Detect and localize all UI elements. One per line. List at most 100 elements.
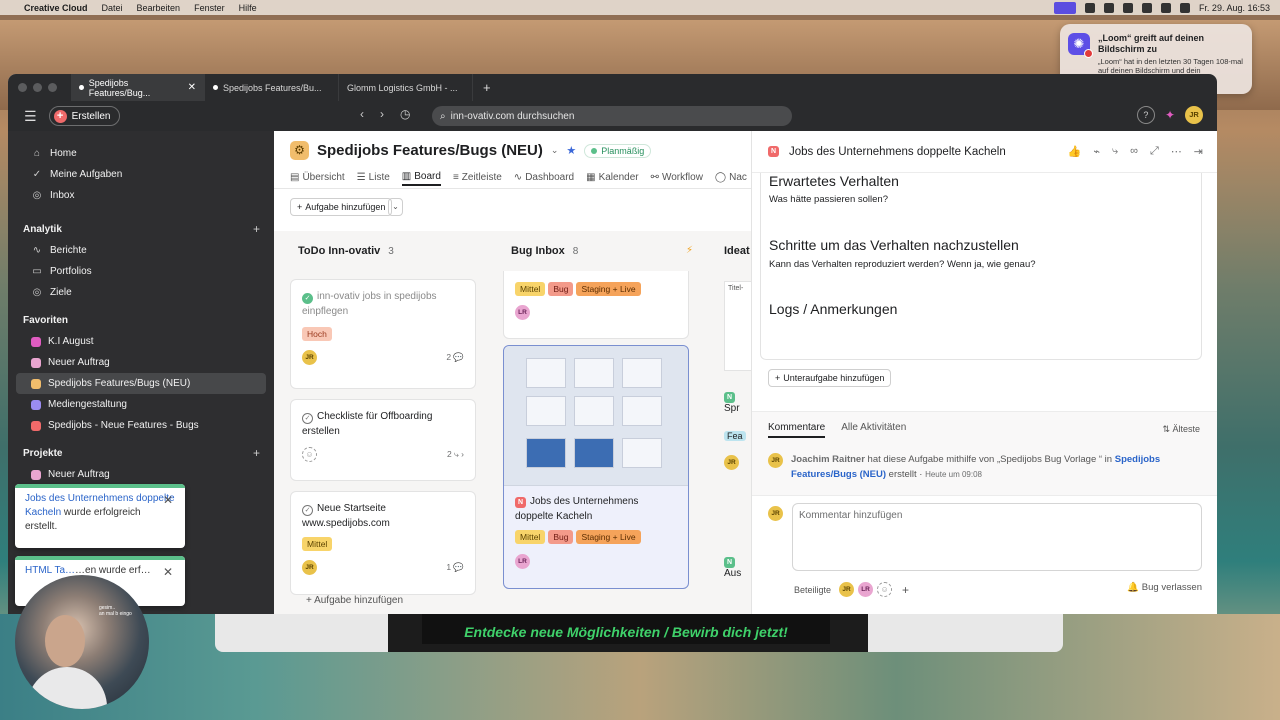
- leave-task-button[interactable]: 🔔 Bug verlassen: [1127, 582, 1202, 593]
- create-button[interactable]: + Erstellen: [48, 106, 121, 126]
- task-card[interactable]: ✓ Checkliste für Offboarding erstellen ☺ 2…: [290, 399, 476, 481]
- tab-workflow[interactable]: ⚯ Workflow: [651, 168, 703, 186]
- close-window-button[interactable]: [18, 83, 27, 92]
- wifi-icon[interactable]: [1160, 2, 1171, 13]
- subtask-count[interactable]: 2 ⤷ ›: [447, 447, 464, 462]
- author-name[interactable]: Joachim Raitner: [791, 454, 865, 465]
- minimize-window-button[interactable]: [33, 83, 42, 92]
- add-icon[interactable]: +: [253, 446, 260, 460]
- tab-board[interactable]: ▥ Board: [401, 168, 441, 186]
- assignee-avatar[interactable]: LR: [515, 305, 530, 320]
- close-tab-icon[interactable]: ✕: [188, 82, 196, 93]
- add-task-dropdown[interactable]: ⌄: [388, 198, 403, 216]
- subtask-icon[interactable]: ⤷: [1112, 145, 1118, 158]
- tab-all-activities[interactable]: Alle Aktivitäten: [841, 422, 906, 438]
- sidebar-item-reports[interactable]: ∿ Berichte: [16, 240, 266, 261]
- lightning-icon[interactable]: ⚡: [686, 245, 693, 256]
- check-icon[interactable]: ✓: [302, 505, 313, 516]
- forward-arrow-icon[interactable]: ›: [380, 107, 384, 121]
- menu-hilfe[interactable]: Hilfe: [239, 3, 257, 13]
- more-icon[interactable]: ⋯: [1171, 145, 1182, 158]
- description-editor[interactable]: Erwartetes Verhalten Was hätte passieren…: [760, 173, 1202, 360]
- comment-count[interactable]: 2 💬: [446, 350, 464, 365]
- new-tab-icon[interactable]: +: [483, 80, 491, 95]
- task-card[interactable]: ✓ Neue Startseite www.spedijobs.com Mitte…: [290, 491, 476, 595]
- sidebar-item-portfolios[interactable]: ▭ Portfolios: [16, 261, 266, 282]
- task-card-partial[interactable]: Titel-: [724, 281, 751, 371]
- card-fragment[interactable]: N Aus: [724, 556, 741, 579]
- tray-icon-2[interactable]: [1103, 2, 1114, 13]
- zoom-window-button[interactable]: [48, 83, 57, 92]
- tab-dashboard[interactable]: ∿ Dashboard: [514, 168, 574, 186]
- attachment-icon[interactable]: ⌁: [1093, 145, 1100, 158]
- loom-recording-icon[interactable]: [1053, 1, 1076, 14]
- assignee-avatar[interactable]: JR: [302, 560, 317, 575]
- task-title[interactable]: Jobs des Unternehmens doppelte Kacheln: [789, 146, 1006, 158]
- sidebar-item-favorite-2[interactable]: Neuer Auftrag: [16, 352, 266, 373]
- chevron-down-icon[interactable]: ⌄: [551, 145, 559, 156]
- star-icon[interactable]: ★: [566, 144, 576, 157]
- status-badge[interactable]: Planmäßig: [584, 143, 652, 158]
- project-title[interactable]: Spedijobs Features/Bugs (NEU): [317, 142, 543, 159]
- comment-input[interactable]: Kommentar hinzufügen: [792, 503, 1202, 571]
- tab-list[interactable]: ☰ Liste: [357, 168, 390, 186]
- plus-icon[interactable]: +: [902, 583, 909, 597]
- assignee-avatar[interactable]: LR: [515, 554, 530, 569]
- close-icon[interactable]: ✕: [163, 565, 173, 579]
- column-header[interactable]: Bug Inbox 8 ⚡: [503, 231, 699, 271]
- ai-sparkle-icon[interactable]: ✦: [1165, 108, 1175, 122]
- menu-fenster[interactable]: Fenster: [194, 3, 225, 13]
- sidebar-section-analytics[interactable]: Analytik +: [8, 218, 274, 240]
- sidebar-item-goals[interactable]: ◎ Ziele: [16, 282, 266, 303]
- tab-comments[interactable]: Kommentare: [768, 422, 826, 438]
- tab-timeline[interactable]: ≡ Zeitleiste: [453, 168, 502, 186]
- sidebar-section-projects[interactable]: Projekte +: [8, 442, 274, 464]
- webcam-bubble[interactable]: gesim.. an mal b eingo: [15, 575, 149, 709]
- comment-count[interactable]: 1 💬: [446, 560, 464, 575]
- browser-tab-2[interactable]: Spedijobs Features/Bu...: [205, 74, 339, 101]
- add-task-link[interactable]: + Aufgabe hinzufügen: [306, 595, 403, 606]
- attachment-thumbnail[interactable]: [504, 346, 688, 486]
- help-icon[interactable]: ?: [1136, 106, 1155, 124]
- collaborator-avatar[interactable]: JR: [839, 582, 855, 597]
- browser-tab-3[interactable]: Glomm Logistics GmbH - ...: [339, 74, 473, 101]
- sidebar-item-favorite-4[interactable]: Mediengestaltung: [16, 394, 266, 415]
- close-icon[interactable]: ✕: [163, 493, 173, 507]
- sidebar-item-favorite-1[interactable]: K.I August: [16, 331, 266, 352]
- add-subtask-button[interactable]: + Unteraufgabe hinzufügen: [768, 369, 892, 387]
- tray-icon-4[interactable]: [1141, 2, 1152, 13]
- check-icon[interactable]: ✓: [302, 413, 313, 424]
- menubar-clock[interactable]: Fr. 29. Aug. 16:53: [1199, 3, 1270, 13]
- task-card[interactable]: ✓ inn-ovativ jobs in spedijobs einpflegen…: [290, 279, 476, 389]
- tray-icon-3[interactable]: [1122, 2, 1133, 13]
- back-arrow-icon[interactable]: ‹: [360, 107, 364, 121]
- assignee-avatar[interactable]: JR: [724, 453, 739, 470]
- unassigned-avatar-icon[interactable]: ☺: [302, 447, 317, 462]
- menu-bearbeiten[interactable]: Bearbeiten: [137, 3, 181, 13]
- check-icon[interactable]: ✓: [302, 293, 313, 304]
- task-card-selected[interactable]: N Jobs des Unternehmens doppelte Kacheln …: [503, 345, 689, 589]
- task-card[interactable]: Mittel Bug Staging + Live LR: [503, 271, 689, 339]
- tab-overview[interactable]: ▤ Übersicht: [290, 168, 345, 186]
- sidebar-item-favorite-3[interactable]: Spedijobs Features/Bugs (NEU): [16, 373, 266, 394]
- gear-icon[interactable]: ⚙: [290, 141, 309, 160]
- column-header[interactable]: ToDo Inn-ovativ 3: [290, 231, 486, 271]
- menu-icon[interactable]: ☰: [24, 108, 37, 125]
- assignee-avatar[interactable]: JR: [302, 350, 317, 365]
- sidebar-item-favorite-5[interactable]: Spedijobs - Neue Features - Bugs: [16, 415, 266, 436]
- search-icon[interactable]: [1179, 2, 1190, 13]
- add-collaborator-icon[interactable]: ☺: [877, 582, 893, 597]
- tab-messages[interactable]: ◯ Nac: [715, 168, 747, 186]
- thumbs-up-icon[interactable]: 👍: [1068, 145, 1082, 158]
- close-panel-icon[interactable]: ⇥: [1194, 145, 1203, 158]
- column-header[interactable]: Ideat: [716, 231, 751, 271]
- menu-app[interactable]: Creative Cloud: [24, 3, 88, 13]
- author-avatar[interactable]: JR: [768, 453, 783, 468]
- add-icon[interactable]: +: [253, 222, 260, 236]
- link-icon[interactable]: ∞: [1130, 145, 1138, 158]
- user-avatar[interactable]: JR: [1185, 106, 1203, 124]
- tab-calendar[interactable]: ▦ Kalender: [586, 168, 638, 186]
- history-clock-icon[interactable]: ◷: [400, 107, 410, 121]
- search-input[interactable]: ⌕ inn-ovativ.com durchsuchen: [432, 106, 792, 126]
- sidebar-item-project-1[interactable]: Neuer Auftrag: [16, 464, 266, 485]
